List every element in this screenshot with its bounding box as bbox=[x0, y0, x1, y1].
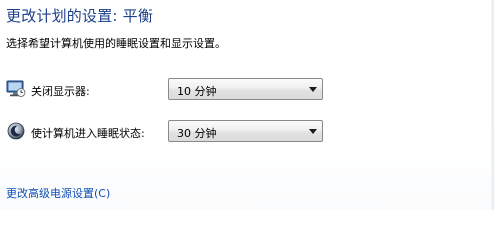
monitor-icon bbox=[6, 79, 26, 99]
page-subtitle: 选择希望计算机使用的睡眠设置和显示设置。 bbox=[6, 37, 226, 50]
sleep-moon-icon bbox=[6, 121, 26, 141]
display-off-label: 关闭显示器: bbox=[31, 85, 90, 98]
display-off-selected-value: 10 分钟 bbox=[177, 85, 217, 98]
display-off-dropdown[interactable]: 10 分钟 bbox=[168, 78, 323, 100]
power-plan-settings-panel: 更改计划的设置: 平衡 选择希望计算机使用的睡眠设置和显示设置。 关闭显示器: … bbox=[0, 0, 494, 210]
advanced-power-settings-link[interactable]: 更改高级电源设置(C) bbox=[6, 185, 110, 201]
page-title: 更改计划的设置: 平衡 bbox=[6, 7, 154, 25]
sleep-label: 使计算机进入睡眠状态: bbox=[31, 127, 145, 140]
display-off-setting-row: 关闭显示器: 10 分钟 bbox=[6, 78, 486, 102]
sleep-dropdown[interactable]: 30 分钟 bbox=[168, 120, 323, 142]
sleep-selected-value: 30 分钟 bbox=[177, 127, 217, 140]
chevron-down-icon bbox=[309, 87, 317, 92]
sleep-setting-row: 使计算机进入睡眠状态: 30 分钟 bbox=[6, 120, 486, 144]
chevron-down-icon bbox=[309, 129, 317, 134]
